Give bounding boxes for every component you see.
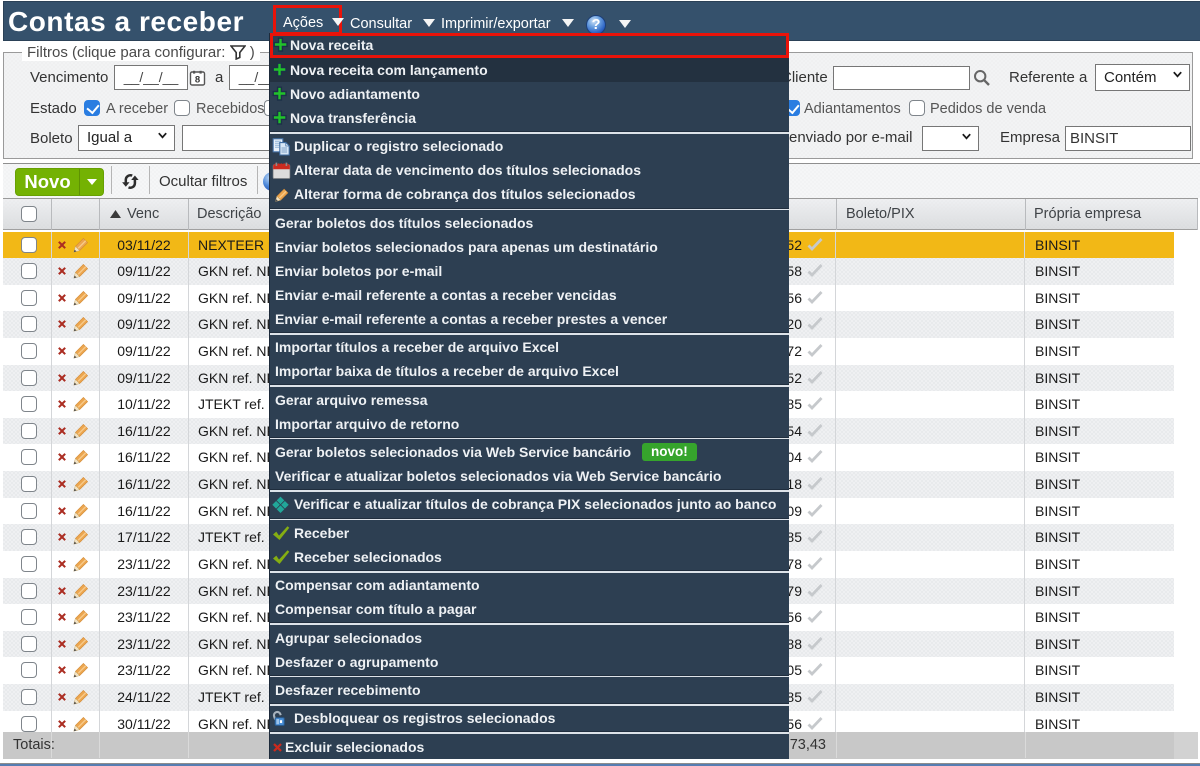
svg-text:8: 8 — [195, 75, 200, 86]
